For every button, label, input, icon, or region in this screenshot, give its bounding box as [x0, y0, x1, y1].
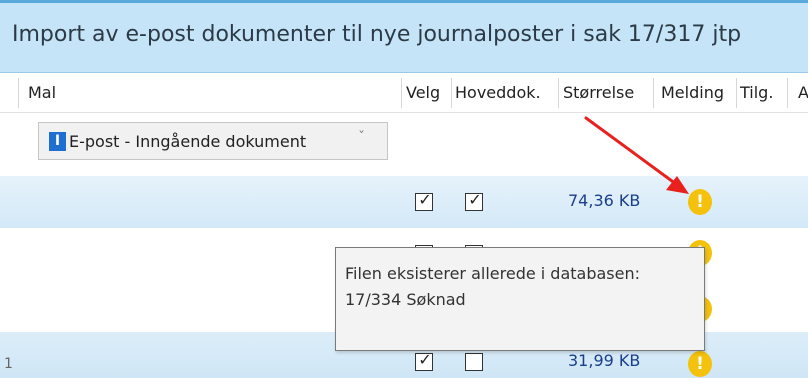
hoveddok-checkbox[interactable]: [465, 353, 483, 371]
column-separator[interactable]: [18, 78, 19, 108]
check-icon: ✓: [468, 190, 482, 209]
tooltip-line-1: Filen eksisterer allerede i databasen:: [345, 264, 641, 283]
warning-icon[interactable]: !: [688, 189, 712, 215]
column-header-velg[interactable]: Velg: [406, 83, 440, 102]
column-separator[interactable]: [451, 78, 452, 108]
document-type-icon: I: [49, 132, 66, 151]
column-header-tilg[interactable]: Tilg.: [740, 83, 773, 102]
velg-checkbox[interactable]: ✓: [415, 190, 433, 211]
column-header-hoveddok[interactable]: Hoveddok.: [455, 83, 541, 102]
grid-header: Mal Velg Hoveddok. Størrelse Melding Til…: [0, 73, 808, 113]
row-number: 1: [4, 356, 13, 372]
arrow-shaft: [584, 116, 678, 186]
velg-checkbox[interactable]: ✓: [415, 350, 433, 371]
column-header-melding[interactable]: Melding: [661, 83, 724, 102]
file-size: 74,36 KB: [568, 191, 641, 210]
column-header-mal[interactable]: Mal: [28, 83, 56, 102]
column-separator[interactable]: [736, 78, 737, 108]
column-separator[interactable]: [558, 78, 559, 108]
warning-tooltip: Filen eksisterer allerede i databasen: 1…: [335, 247, 705, 351]
titlebar-accent: [0, 0, 808, 3]
column-header-extra[interactable]: A: [798, 83, 808, 102]
tooltip-line-2: 17/334 Søknad: [345, 290, 466, 309]
template-dropdown-value: E-post - Inngående dokument: [69, 132, 307, 151]
column-separator[interactable]: [653, 78, 654, 108]
check-icon: ✓: [418, 190, 432, 209]
column-header-storrelse[interactable]: Størrelse: [563, 83, 634, 102]
dialog-title: Import av e-post dokumenter til nye jour…: [12, 22, 742, 47]
dialog-titlebar: Import av e-post dokumenter til nye jour…: [0, 0, 808, 73]
hoveddok-checkbox[interactable]: ✓: [465, 190, 483, 211]
file-size: 31,99 KB: [568, 351, 641, 370]
check-icon: ✓: [418, 350, 432, 369]
column-separator[interactable]: [401, 78, 402, 108]
warning-icon[interactable]: !: [688, 351, 712, 377]
table-row[interactable]: ✓ ✓ 74,36 KB !: [0, 176, 808, 228]
column-separator[interactable]: [787, 78, 788, 108]
template-dropdown[interactable]: I E-post - Inngående dokument ˇ: [38, 122, 388, 160]
chevron-down-icon[interactable]: ˇ: [358, 130, 365, 146]
